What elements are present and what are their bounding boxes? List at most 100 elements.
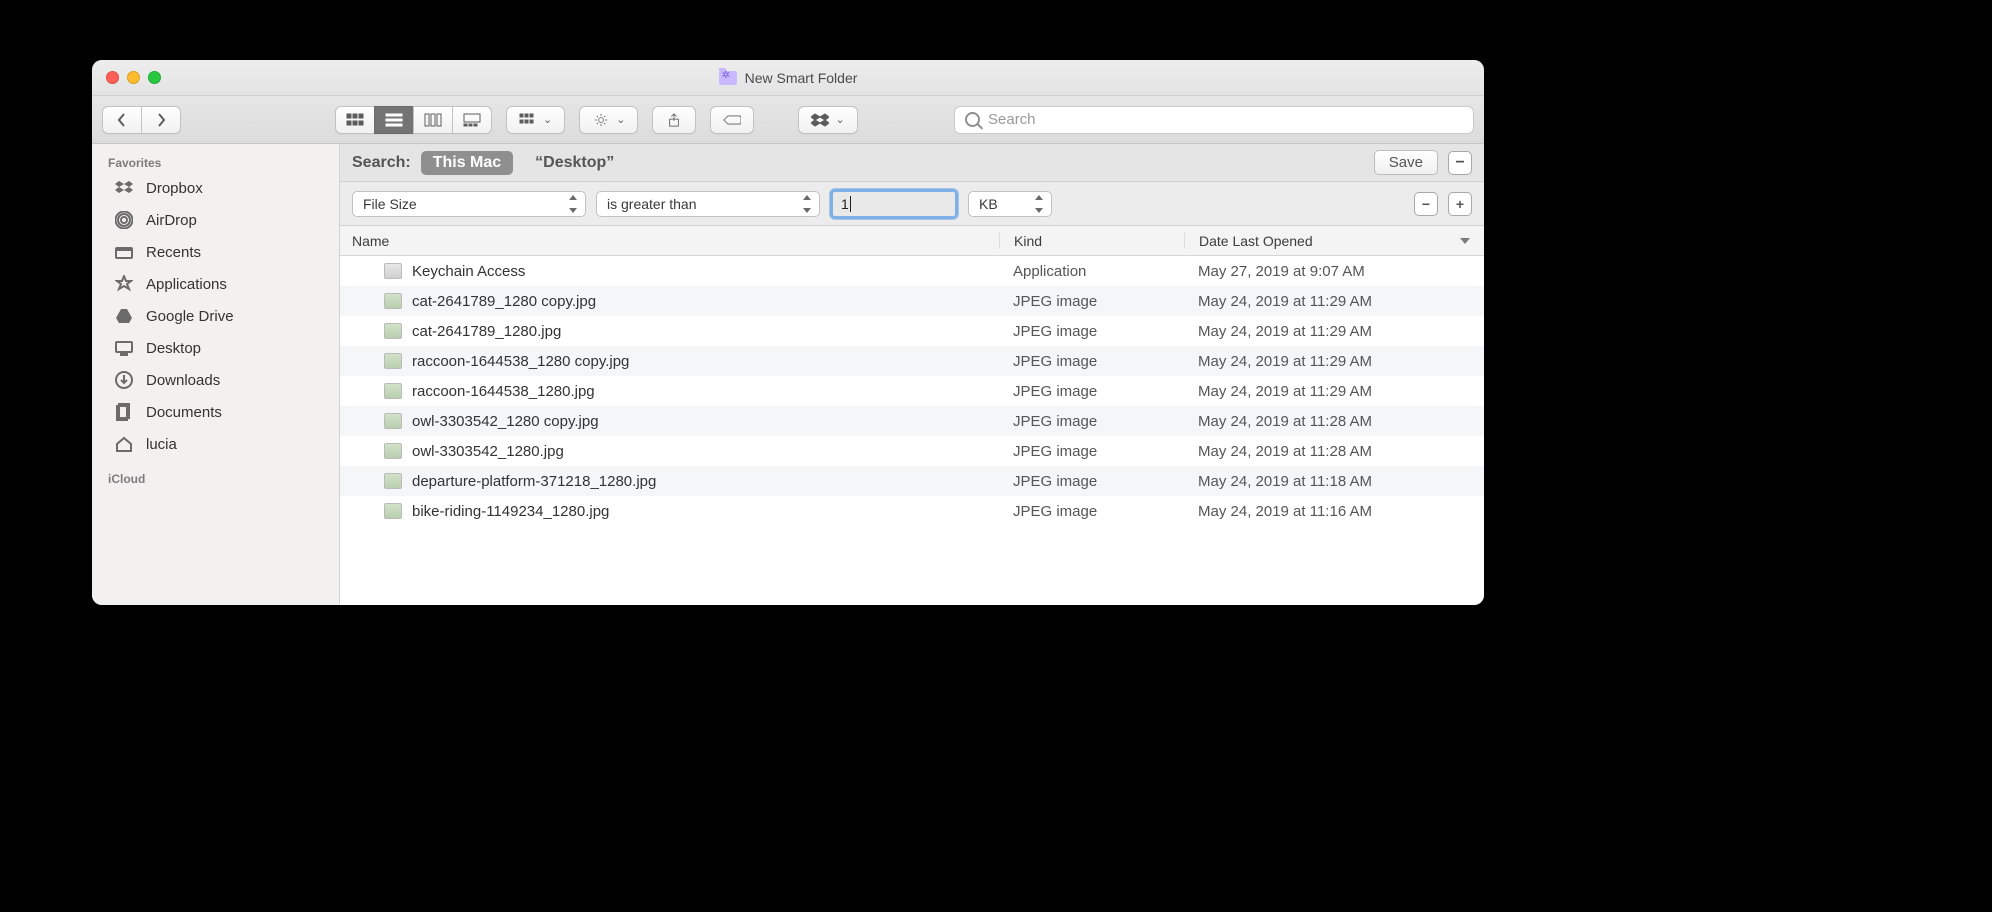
- file-name: departure-platform-371218_1280.jpg: [412, 473, 656, 490]
- column-date[interactable]: Date Last Opened: [1184, 233, 1484, 249]
- file-icon: [384, 443, 402, 459]
- sidebar-heading-icloud: iCloud: [92, 466, 339, 488]
- tag-icon: [723, 113, 741, 127]
- file-date: May 24, 2019 at 11:28 AM: [1184, 443, 1484, 460]
- action-menu-button[interactable]: ⌄: [579, 106, 638, 134]
- file-date: May 24, 2019 at 11:29 AM: [1184, 323, 1484, 340]
- file-name: raccoon-1644538_1280 copy.jpg: [412, 353, 629, 370]
- scope-this-mac[interactable]: This Mac: [421, 151, 513, 175]
- criteria-operator-value: is greater than: [607, 196, 697, 212]
- close-icon[interactable]: [106, 71, 119, 84]
- table-row[interactable]: cat-2641789_1280 copy.jpgJPEG imageMay 2…: [340, 286, 1484, 316]
- search-input[interactable]: Search: [954, 106, 1474, 134]
- column-kind[interactable]: Kind: [999, 233, 1184, 249]
- criteria-operator[interactable]: is greater than: [596, 191, 820, 217]
- sidebar-item-applications[interactable]: Applications: [92, 268, 339, 300]
- sidebar-item-label: lucia: [146, 436, 177, 453]
- save-button[interactable]: Save: [1374, 150, 1438, 175]
- sidebar-item-recents[interactable]: Recents: [92, 236, 339, 268]
- sidebar-item-label: Dropbox: [146, 180, 203, 197]
- table-row[interactable]: departure-platform-371218_1280.jpg JPEG i…: [340, 466, 1484, 496]
- remove-criteria-button[interactable]: −: [1414, 192, 1438, 216]
- dropbox-menu-button[interactable]: ⌄: [798, 106, 857, 134]
- file-name: Keychain Access: [412, 263, 525, 280]
- documents-icon: [114, 403, 134, 421]
- recents-icon: [114, 243, 134, 261]
- file-date: May 27, 2019 at 9:07 AM: [1184, 263, 1484, 280]
- view-icons-button[interactable]: [335, 106, 374, 134]
- file-kind: JPEG image: [999, 323, 1184, 340]
- file-date: May 24, 2019 at 11:29 AM: [1184, 353, 1484, 370]
- forward-button[interactable]: [141, 106, 181, 134]
- file-kind: JPEG image: [999, 353, 1184, 370]
- gdrive-icon: [114, 307, 134, 325]
- criteria-attribute[interactable]: File Size: [352, 191, 586, 217]
- list-icon: [385, 113, 403, 127]
- stepper-icon: [1035, 195, 1047, 213]
- stepper-icon: [803, 195, 815, 213]
- table-row[interactable]: raccoon-1644538_1280.jpgJPEG imageMay 24…: [340, 376, 1484, 406]
- table-row[interactable]: owl-3303542_1280.jpgJPEG imageMay 24, 20…: [340, 436, 1484, 466]
- view-gallery-button[interactable]: [452, 106, 492, 134]
- sidebar-item-airdrop[interactable]: AirDrop: [92, 204, 339, 236]
- remove-search-button[interactable]: −: [1448, 151, 1472, 175]
- table-row[interactable]: cat-2641789_1280.jpgJPEG imageMay 24, 20…: [340, 316, 1484, 346]
- share-icon: [665, 113, 683, 127]
- criteria-row: File Size is greater than 1 KB: [340, 182, 1484, 226]
- sidebar-item-google-drive[interactable]: Google Drive: [92, 300, 339, 332]
- file-icon: [384, 473, 402, 489]
- column-name[interactable]: Name: [340, 233, 999, 249]
- applications-icon: [114, 275, 134, 293]
- file-date: May 24, 2019 at 11:28 AM: [1184, 413, 1484, 430]
- view-list-button[interactable]: [374, 106, 413, 134]
- file-kind: Application: [999, 263, 1184, 280]
- grid-icon: [346, 113, 364, 127]
- file-date: May 24, 2019 at 11:29 AM: [1184, 383, 1484, 400]
- table-row[interactable]: Keychain Access ApplicationMay 27, 2019 a…: [340, 256, 1484, 286]
- sidebar-item-dropbox[interactable]: Dropbox: [92, 172, 339, 204]
- sidebar-item-label: Applications: [146, 276, 227, 293]
- file-date: May 24, 2019 at 11:29 AM: [1184, 293, 1484, 310]
- sidebar-item-desktop[interactable]: Desktop: [92, 332, 339, 364]
- table-row[interactable]: bike-riding-1149234_1280.jpgJPEG imageMa…: [340, 496, 1484, 526]
- table-row[interactable]: owl-3303542_1280 copy.jpgJPEG imageMay 2…: [340, 406, 1484, 436]
- criteria-unit[interactable]: KB: [968, 191, 1052, 217]
- search-label: Search:: [352, 154, 411, 172]
- sidebar-item-documents[interactable]: Documents: [92, 396, 339, 428]
- file-kind: JPEG image: [999, 443, 1184, 460]
- chevron-down-icon: [1460, 238, 1470, 244]
- window-title: New Smart Folder: [745, 70, 858, 86]
- criteria-value-input[interactable]: 1: [830, 189, 958, 219]
- add-criteria-button[interactable]: +: [1448, 192, 1472, 216]
- column-headers: Name Kind Date Last Opened: [340, 226, 1484, 256]
- tags-button[interactable]: [710, 106, 754, 134]
- group-by-button[interactable]: ⌄: [506, 106, 565, 134]
- titlebar: New Smart Folder: [92, 60, 1484, 96]
- sidebar-item-downloads[interactable]: Downloads: [92, 364, 339, 396]
- criteria-unit-value: KB: [979, 196, 998, 212]
- file-icon: [384, 383, 402, 399]
- minimize-icon[interactable]: [127, 71, 140, 84]
- search-icon: [965, 112, 980, 127]
- file-kind: JPEG image: [999, 473, 1184, 490]
- sidebar-item-lucia[interactable]: lucia: [92, 428, 339, 460]
- sidebar-item-label: Google Drive: [146, 308, 234, 325]
- file-name: raccoon-1644538_1280.jpg: [412, 383, 595, 400]
- share-button[interactable]: [652, 106, 696, 134]
- dropbox-icon: [114, 179, 134, 197]
- search-placeholder: Search: [988, 111, 1036, 128]
- results-list[interactable]: Keychain Access ApplicationMay 27, 2019 a…: [340, 256, 1484, 526]
- file-name: cat-2641789_1280 copy.jpg: [412, 293, 596, 310]
- sidebar-heading-favorites: Favorites: [92, 150, 339, 172]
- back-button[interactable]: [102, 106, 141, 134]
- sidebar-item-label: Desktop: [146, 340, 201, 357]
- zoom-icon[interactable]: [148, 71, 161, 84]
- finder-window: New Smart Folder: [92, 60, 1484, 605]
- sidebar-item-label: Recents: [146, 244, 201, 261]
- column-date-label: Date Last Opened: [1199, 233, 1313, 249]
- table-row[interactable]: raccoon-1644538_1280 copy.jpg JPEG imageM…: [340, 346, 1484, 376]
- view-columns-button[interactable]: [413, 106, 452, 134]
- group-icon: [519, 113, 537, 127]
- scope-desktop[interactable]: “Desktop”: [523, 151, 626, 175]
- gear-icon: [592, 113, 610, 127]
